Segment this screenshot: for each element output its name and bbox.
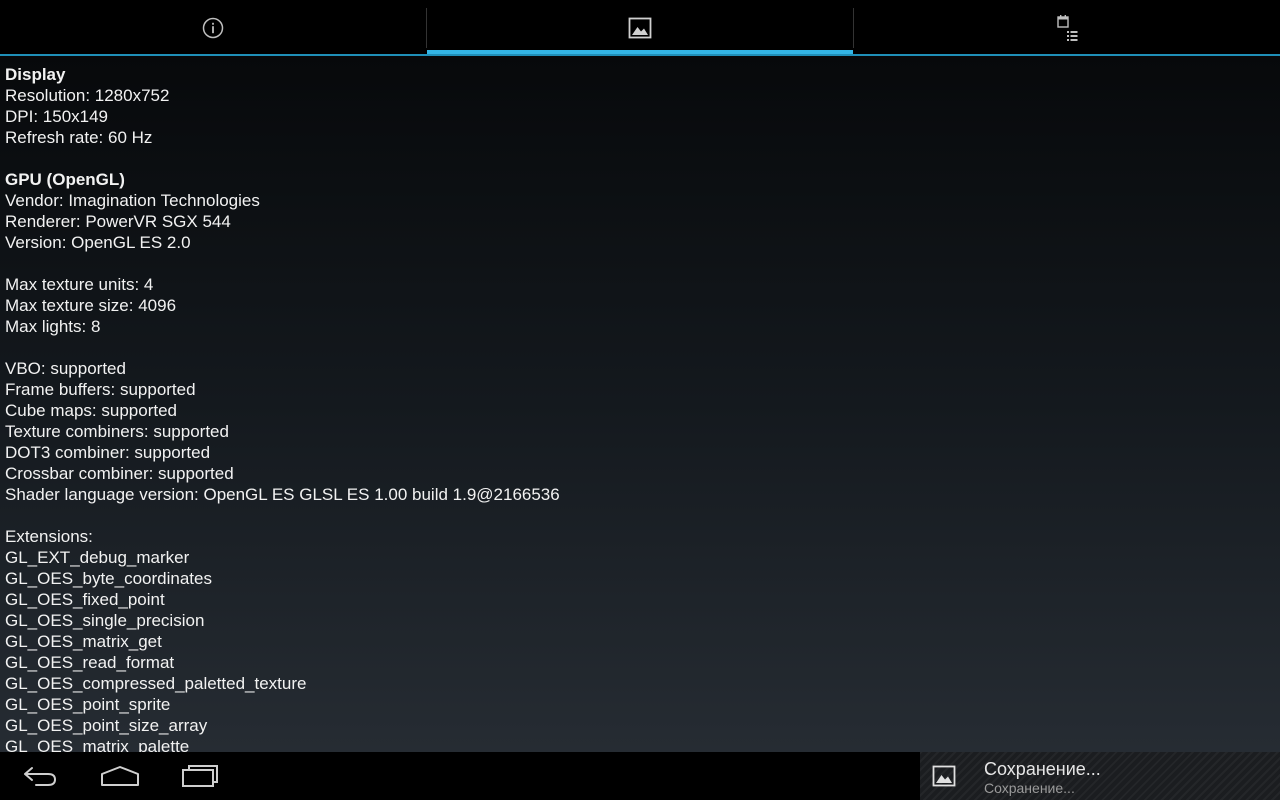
info-line: GL_OES_point_sprite — [5, 695, 171, 714]
info-line: Vendor: Imagination Technologies — [5, 191, 260, 210]
info-line: GL_OES_byte_coordinates — [5, 569, 212, 588]
tab-info[interactable] — [0, 0, 426, 56]
back-icon — [24, 767, 56, 786]
info-line: GL_OES_matrix_palette — [5, 737, 190, 752]
info-line: GL_EXT_debug_marker — [5, 548, 190, 567]
info-line: DPI: 150x149 — [5, 107, 109, 126]
info-line: GL_OES_read_format — [5, 653, 175, 672]
info-line: Extensions: — [5, 527, 93, 546]
home-icon — [101, 766, 139, 786]
notification-title: Сохранение... — [984, 759, 1101, 779]
screen: Display Resolution: 1280x752 DPI: 150x149 R… — [0, 0, 1280, 800]
info-line: GL_OES_compressed_paletted_texture — [5, 674, 307, 693]
info-line: GL_OES_point_size_array — [5, 716, 208, 735]
info-line: Refresh rate: 60 Hz — [5, 128, 153, 147]
info-line: Cube maps: supported — [5, 401, 177, 420]
image-icon — [628, 17, 652, 39]
info-line: Crossbar combiner: supported — [5, 464, 234, 483]
tab-calendar-list[interactable] — [854, 0, 1280, 56]
info-line: VBO: supported — [5, 359, 126, 378]
home-button[interactable] — [80, 752, 160, 800]
info-icon — [202, 17, 224, 39]
info-content[interactable]: Display Resolution: 1280x752 DPI: 150x149 R… — [0, 56, 1280, 752]
recent-apps-icon — [182, 765, 218, 787]
info-line: Resolution: 1280x752 — [5, 86, 170, 105]
info-line: Frame buffers: supported — [5, 380, 196, 399]
info-line: Texture combiners: supported — [5, 422, 229, 441]
tab-bar — [0, 0, 1280, 56]
info-line: GL_OES_fixed_point — [5, 590, 165, 609]
info-line: DOT3 combiner: supported — [5, 443, 211, 462]
recent-apps-button[interactable] — [160, 752, 240, 800]
back-button[interactable] — [0, 752, 80, 800]
info-text-block: Display Resolution: 1280x752 DPI: 150x149 R… — [5, 64, 560, 752]
section-heading: Display — [5, 65, 66, 84]
info-line: Renderer: PowerVR SGX 544 — [5, 212, 231, 231]
calendar-list-icon — [1057, 15, 1078, 41]
info-line: Version: OpenGL ES 2.0 — [5, 233, 191, 252]
notification-subtitle: Сохранение... — [984, 780, 1075, 796]
info-line: Shader language version: OpenGL ES GLSL … — [5, 485, 560, 504]
info-line: Max texture units: 4 — [5, 275, 154, 294]
info-line: Max lights: 8 — [5, 317, 101, 336]
info-line: GL_OES_matrix_get — [5, 632, 162, 651]
image-icon — [932, 765, 956, 787]
tab-image[interactable] — [427, 0, 853, 56]
saving-notification[interactable]: Сохранение... Сохранение... — [920, 752, 1280, 800]
section-heading: GPU (OpenGL) — [5, 170, 125, 189]
info-line: GL_OES_single_precision — [5, 611, 205, 630]
info-line: Max texture size: 4096 — [5, 296, 177, 315]
